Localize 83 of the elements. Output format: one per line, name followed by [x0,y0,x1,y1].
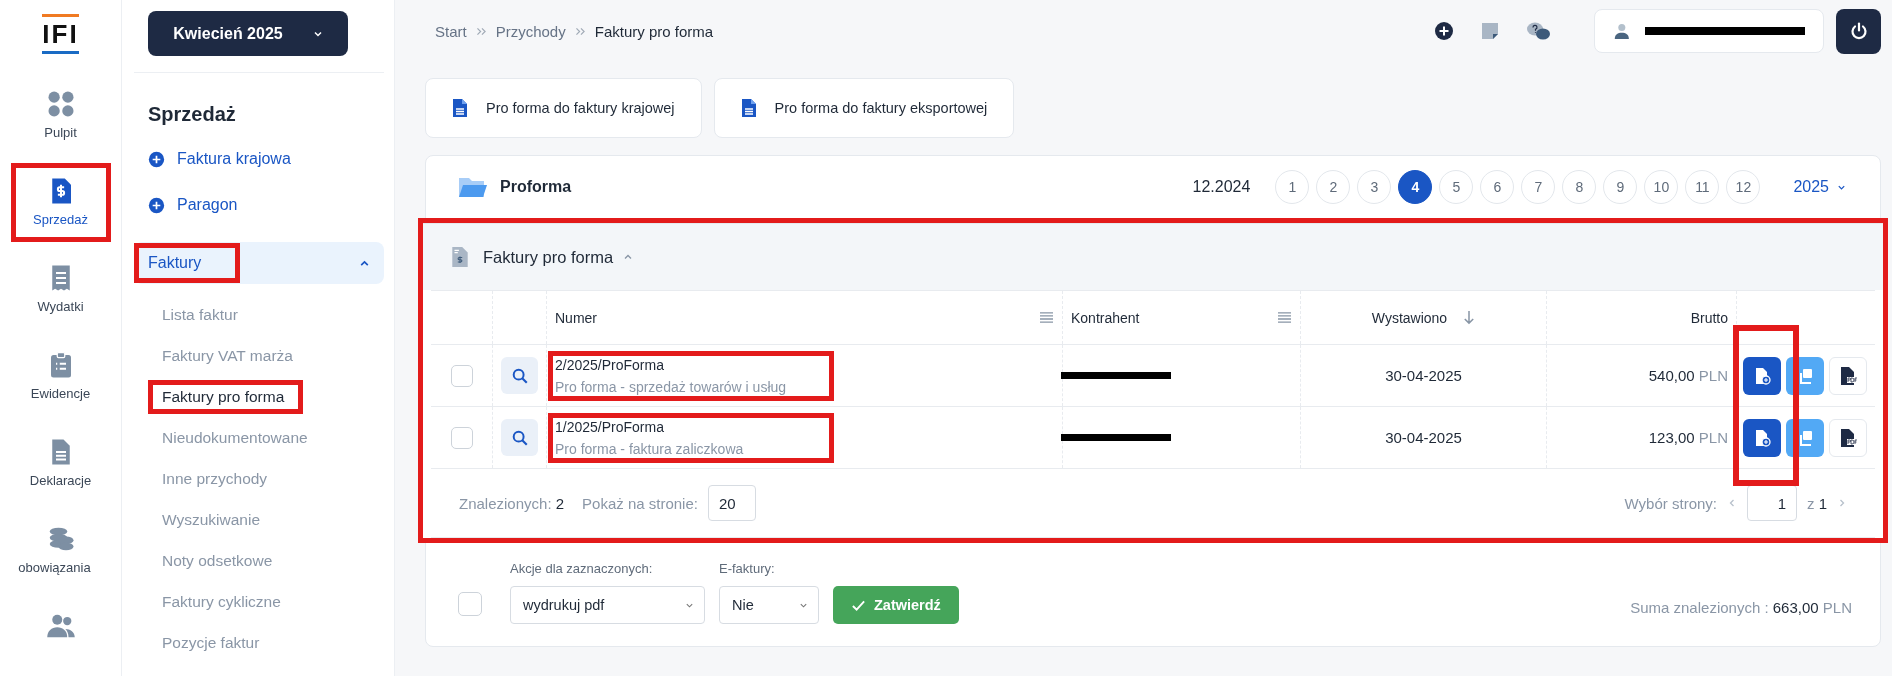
logo: IFI [42,14,79,54]
month-button[interactable]: 8 [1562,170,1597,204]
nav-item[interactable]: Ewidencje [10,337,111,416]
sum-total: Suma znalezionych : 663,00 PLN [1630,599,1852,616]
user-menu[interactable] [1594,9,1824,53]
nav-item[interactable]: Sprzedaż [10,163,111,242]
month-button[interactable]: 2 [1316,170,1351,204]
month-button[interactable]: 4 [1398,170,1433,204]
month-button[interactable]: 5 [1439,170,1474,204]
create-invoice-button[interactable] [1743,418,1781,457]
invoice-number-cell: 1/2025/ProForma Pro forma - faktura zaliczkowa [548,412,834,463]
period-link[interactable]: 12.2024 [1192,178,1251,196]
pdf-button[interactable] [1829,356,1867,395]
plus-icon [148,196,165,214]
table-cell: 30-04-2025 [1385,367,1462,384]
sidebar-item[interactable]: Faktury pro forma [148,380,304,414]
column-header[interactable]: Wystawiono [1371,309,1448,326]
page-total: z 1 [1807,494,1827,512]
add-icon[interactable] [1434,21,1454,41]
double-chevron-icon [475,26,487,36]
panel-title: Proforma [500,178,572,196]
month-button[interactable]: 1 [1275,170,1310,204]
field-label: Akcje dla zaznaczonych: [510,561,654,576]
user-icon [1613,21,1631,41]
column-header[interactable]: Numer [555,309,597,326]
search-icon [510,366,529,385]
column-header[interactable]: Brutto [1690,309,1728,326]
sidebar-link[interactable]: Paragon [148,196,384,214]
per-page-label: Pokaż na stronie: [582,494,698,512]
search-icon [510,428,529,447]
create-button[interactable]: Pro forma do faktury eksportowej [713,78,1015,138]
breadcrumb[interactable]: Start [435,22,467,40]
month-button[interactable]: 10 [1644,170,1679,204]
plus-icon [148,150,165,168]
per-page-field[interactable]: 20 [707,485,756,521]
nav-item[interactable]: Deklaracje [10,424,111,503]
table-cell: 123,00 PLN [1648,429,1728,446]
nav-item[interactable]: Wydatki [10,250,111,329]
pdf-file-icon [1838,427,1858,448]
sort-arrow-icon[interactable] [1463,310,1476,325]
month-button[interactable]: 9 [1603,170,1638,204]
month-button[interactable]: 12 [1726,170,1761,204]
search-button[interactable] [501,419,538,456]
note-icon[interactable] [1480,21,1500,41]
help-chat-icon[interactable] [1526,21,1552,41]
nav-item[interactable]: Pulpit [10,76,111,155]
month-button[interactable]: 6 [1480,170,1515,204]
checkbox[interactable] [450,426,473,449]
document-icon [452,98,468,118]
logout-button[interactable] [1836,8,1881,54]
month-button[interactable]: 11 [1685,170,1720,204]
page-label: Wybór strony: [1624,494,1717,512]
section-title: Faktury pro forma [483,247,614,267]
invoice-number-cell: 2/2025/ProForma Pro forma - sprzedaż towarów i usług [548,350,834,401]
month-button[interactable]: 7 [1521,170,1556,204]
pdf-button[interactable] [1829,418,1867,457]
power-icon [1848,21,1869,41]
nav-item[interactable]: obowiązania [10,511,111,590]
search-button[interactable] [501,357,538,394]
create-invoice-button[interactable] [1743,356,1781,395]
sidebar-title: Sprzedaż [148,103,237,126]
create-button[interactable]: Pro forma do faktury krajowej [425,78,702,138]
invoice-icon [451,246,469,268]
breadcrumb[interactable]: Faktury pro forma [594,22,714,40]
field-label: E-faktury: [719,561,776,576]
sidebar-group[interactable]: Faktury [134,242,384,284]
month-button[interactable]: 3 [1357,170,1392,204]
pdf-file-icon [1838,365,1858,386]
folder-icon [458,175,488,199]
action-select[interactable]: wydrukuj pdf [510,586,705,624]
checkbox[interactable] [450,364,473,387]
month-picker[interactable]: Kwiecień 2025 [148,11,348,56]
column-header[interactable]: Kontrahent [1071,309,1140,326]
table-cell: 30-04-2025 [1385,429,1462,446]
found-count: Znalezionych: 2 [459,494,565,512]
sidebar-link[interactable]: Faktura krajowa [148,150,384,168]
e-invoice-select[interactable]: Nie [719,586,819,624]
table-cell: 540,00 PLN [1648,367,1728,384]
double-chevron-icon [574,26,586,36]
document-icon [740,98,757,118]
year-dropdown[interactable]: 2025 [1787,177,1852,197]
breadcrumb[interactable]: Przychody [495,22,566,40]
select-all-checkbox[interactable] [458,592,482,616]
